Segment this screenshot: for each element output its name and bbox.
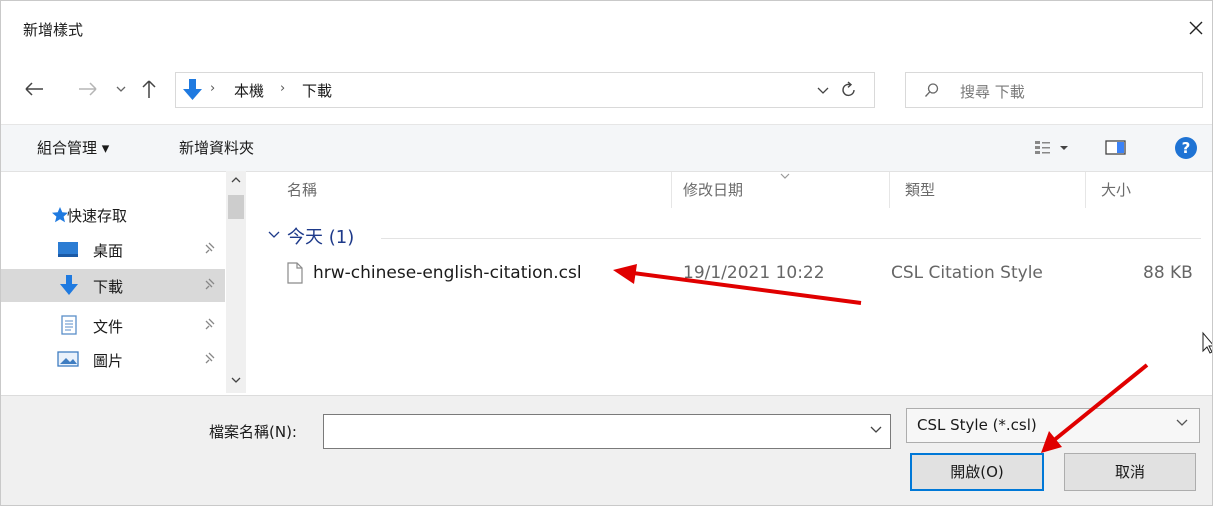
mouse-cursor-icon: [1202, 331, 1212, 354]
annotation-arrow-file: [613, 264, 862, 305]
open-file-dialog: 新增樣式 › 本機 › 下載 搜尋 下載 組合管理 ▾ 新增資料夾 ? 快速存取…: [0, 0, 1213, 506]
annotation-arrows: [613, 264, 1149, 453]
annotation-arrow-open: [1041, 363, 1149, 453]
